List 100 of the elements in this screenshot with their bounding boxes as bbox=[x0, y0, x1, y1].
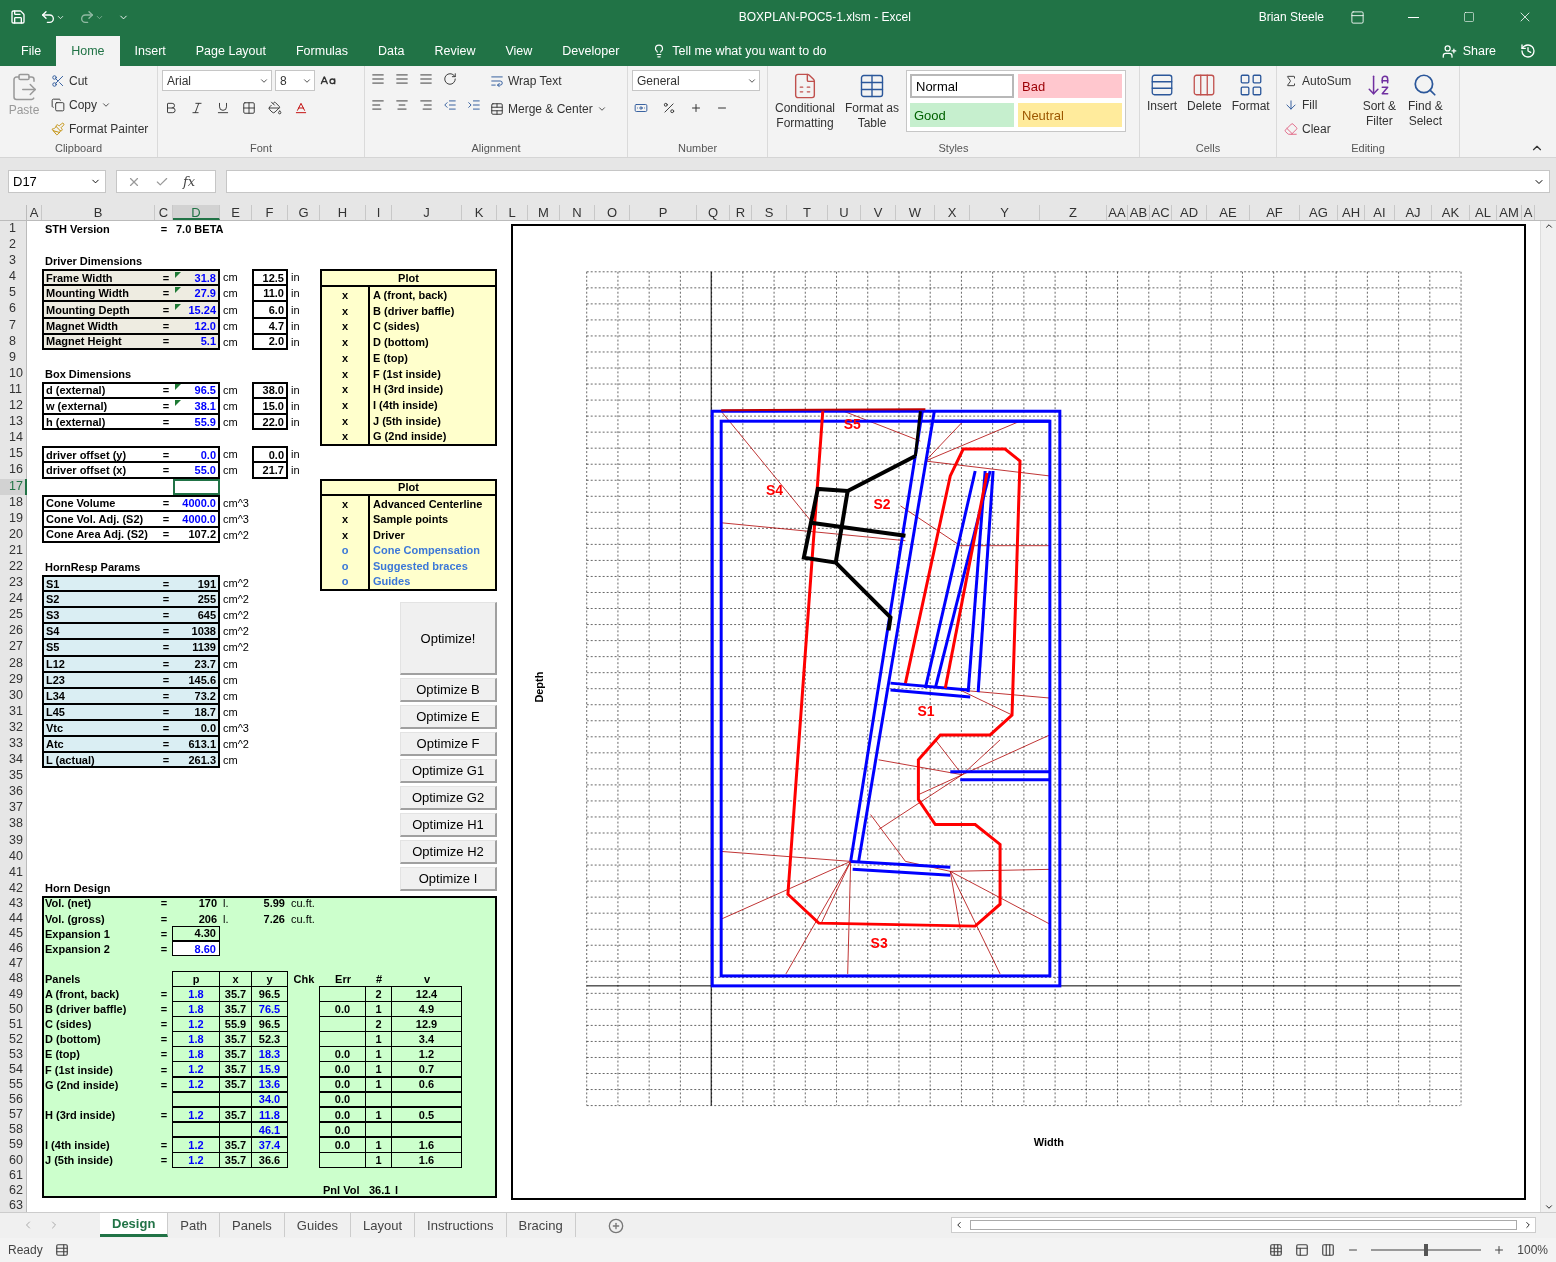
borders-button[interactable] bbox=[240, 99, 258, 117]
ribbon-tab[interactable]: Insert bbox=[119, 36, 181, 66]
toggle-cell[interactable]: x bbox=[322, 414, 368, 427]
column-header[interactable]: T bbox=[787, 205, 828, 220]
column-header[interactable]: D bbox=[173, 205, 220, 220]
ribbon-tab[interactable]: Developer bbox=[547, 36, 635, 66]
row-header[interactable]: 47 bbox=[0, 956, 27, 972]
optimize-button[interactable]: Optimize H2 bbox=[400, 840, 497, 865]
sort-filter-button[interactable]: Sort & Filter bbox=[1358, 70, 1401, 142]
row-header[interactable]: 59 bbox=[0, 1137, 27, 1153]
row-header[interactable]: 27 bbox=[0, 639, 27, 656]
orientation-button[interactable] bbox=[441, 70, 459, 88]
row-header[interactable]: 56 bbox=[0, 1092, 27, 1108]
row-header[interactable]: 6 bbox=[0, 301, 27, 318]
column-header[interactable]: R bbox=[730, 205, 752, 220]
format-button[interactable]: Format bbox=[1228, 70, 1273, 142]
toggle-cell[interactable]: x bbox=[322, 497, 368, 510]
column-header[interactable]: Q bbox=[697, 205, 730, 220]
param-value[interactable]: 0.0 bbox=[175, 721, 218, 734]
ribbon-tab[interactable]: File bbox=[6, 36, 57, 66]
column-header[interactable]: X bbox=[935, 205, 970, 220]
name-box[interactable]: D17 bbox=[8, 170, 106, 193]
param-value[interactable]: 31.8 bbox=[175, 271, 218, 284]
param-value[interactable]: 18.7 bbox=[175, 705, 218, 718]
optimize-button[interactable]: Optimize I bbox=[400, 867, 497, 892]
toggle-cell[interactable]: x bbox=[322, 383, 368, 396]
ribbon-tab[interactable]: Home bbox=[56, 36, 120, 66]
column-header[interactable]: K bbox=[462, 205, 497, 220]
column-header[interactable]: E bbox=[220, 205, 252, 220]
row-header[interactable]: 3 bbox=[0, 253, 27, 270]
column-header[interactable]: AH bbox=[1338, 205, 1365, 220]
vertical-scrollbar[interactable] bbox=[1540, 221, 1556, 1212]
sheet-tab[interactable]: Path bbox=[168, 1213, 221, 1237]
number-format-field[interactable]: General bbox=[632, 70, 760, 91]
format-painter-button[interactable]: Format Painter bbox=[48, 118, 152, 140]
toggle-cell[interactable]: x bbox=[322, 336, 368, 349]
row-header[interactable]: 46 bbox=[0, 941, 27, 957]
row-header[interactable]: 45 bbox=[0, 926, 27, 942]
cell-style[interactable]: Normal bbox=[910, 74, 1014, 98]
column-header[interactable]: AL bbox=[1470, 205, 1497, 220]
column-header[interactable]: A bbox=[1522, 205, 1535, 220]
row-header[interactable]: 35 bbox=[0, 768, 27, 785]
cut-button[interactable]: Cut bbox=[48, 70, 152, 92]
toggle-cell[interactable]: o bbox=[322, 575, 368, 588]
param-value[interactable]: 15.24 bbox=[175, 303, 218, 316]
toggle-cell[interactable]: x bbox=[322, 513, 368, 526]
param-value[interactable]: 55.0 bbox=[175, 463, 218, 476]
copy-button[interactable]: Copy bbox=[48, 94, 152, 116]
save-button[interactable] bbox=[8, 7, 28, 27]
param-value[interactable]: 191 bbox=[175, 577, 218, 590]
row-header[interactable]: 1 bbox=[0, 221, 27, 238]
row-header[interactable]: 5 bbox=[0, 285, 27, 302]
column-header[interactable]: AK bbox=[1432, 205, 1470, 220]
font-name-field[interactable]: Arial bbox=[162, 70, 272, 91]
column-header[interactable]: U bbox=[828, 205, 861, 220]
clear-button[interactable]: Clear bbox=[1281, 118, 1355, 140]
font-size-field[interactable]: 8 bbox=[275, 70, 315, 91]
format-as-table-button[interactable]: Format as Table bbox=[842, 70, 902, 142]
toggle-cell[interactable]: x bbox=[322, 398, 368, 411]
autosum-button[interactable]: AutoSum bbox=[1281, 70, 1355, 92]
scroll-thumb[interactable] bbox=[970, 1220, 1517, 1230]
ribbon-tab[interactable]: Review bbox=[419, 36, 491, 66]
expansion-value[interactable]: 4.30 bbox=[172, 925, 220, 942]
row-header[interactable]: 25 bbox=[0, 607, 27, 624]
row-header[interactable]: 44 bbox=[0, 911, 27, 927]
param-value[interactable]: 1139 bbox=[175, 641, 218, 654]
param-value[interactable]: 12.0 bbox=[175, 319, 218, 332]
param-value[interactable]: 23.7 bbox=[175, 657, 218, 670]
row-header[interactable]: 48 bbox=[0, 971, 27, 987]
column-header[interactable]: F bbox=[252, 205, 288, 220]
row-header[interactable]: 14 bbox=[0, 430, 27, 447]
column-header[interactable]: AJ bbox=[1395, 205, 1432, 220]
toggle-cell[interactable]: o bbox=[322, 544, 368, 557]
optimize-button[interactable]: Optimize G1 bbox=[400, 759, 497, 784]
optimize-button[interactable]: Optimize G2 bbox=[400, 786, 497, 811]
fill-color-button[interactable] bbox=[266, 99, 284, 117]
row-header[interactable]: 55 bbox=[0, 1077, 27, 1093]
row-header[interactable]: 57 bbox=[0, 1107, 27, 1123]
param-value[interactable]: 4000.0 bbox=[175, 497, 218, 510]
formula-field[interactable] bbox=[226, 170, 1550, 193]
toggle-cell[interactable]: o bbox=[322, 559, 368, 572]
insert-function-button[interactable]: fx bbox=[183, 174, 196, 189]
row-header[interactable]: 33 bbox=[0, 736, 27, 753]
horizontal-scrollbar[interactable] bbox=[951, 1217, 1536, 1233]
cell-style[interactable]: Neutral bbox=[1018, 103, 1122, 127]
column-header[interactable]: J bbox=[392, 205, 462, 220]
param-value[interactable]: 4000.0 bbox=[175, 512, 218, 525]
param-value[interactable]: 96.5 bbox=[175, 384, 218, 397]
find-select-button[interactable]: Find & Select bbox=[1404, 70, 1447, 142]
sheet-tab[interactable]: Layout bbox=[351, 1213, 416, 1237]
column-header[interactable]: AM bbox=[1497, 205, 1522, 220]
column-header[interactable]: A bbox=[27, 205, 42, 220]
param-value[interactable]: 645 bbox=[175, 609, 218, 622]
toggle-cell[interactable]: x bbox=[322, 528, 368, 541]
cell-style[interactable]: Bad bbox=[1018, 74, 1122, 98]
optimize-button[interactable]: Optimize E bbox=[400, 705, 497, 730]
conditional-formatting-button[interactable]: Conditional Formatting bbox=[772, 70, 838, 142]
param-value[interactable]: 261.3 bbox=[175, 753, 218, 766]
ribbon-tab[interactable]: Data bbox=[363, 36, 420, 66]
row-header[interactable]: 2 bbox=[0, 237, 27, 254]
